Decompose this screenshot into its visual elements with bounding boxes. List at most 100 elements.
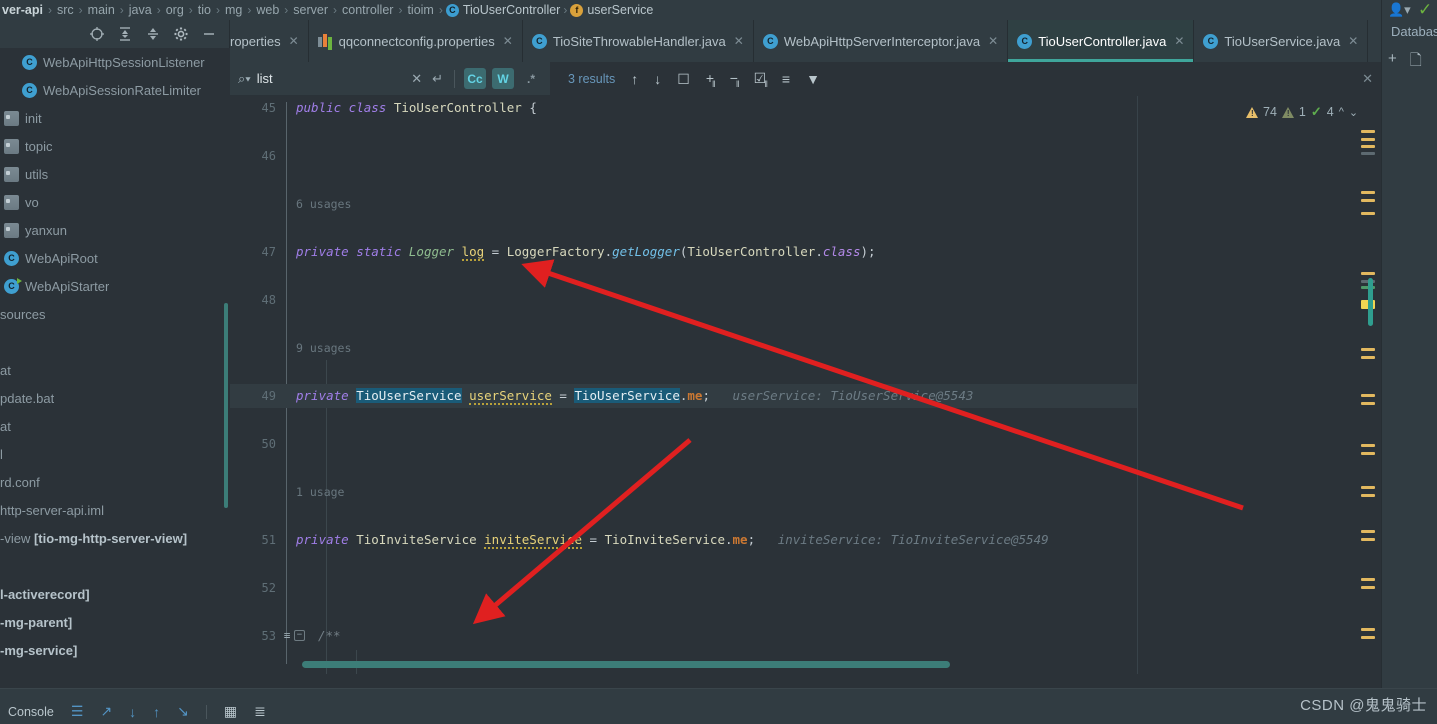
breadcrumb-item-2[interactable]: main <box>86 3 117 17</box>
console-label[interactable]: Console <box>8 705 54 719</box>
tree-item-activerecord-module[interactable]: l-activerecord] <box>0 580 230 608</box>
error-stripe-markers[interactable] <box>1361 126 1375 666</box>
gear-icon[interactable] <box>173 26 189 42</box>
tree-item-service-module[interactable]: -mg-service] <box>0 636 230 664</box>
tree-item-webapisessionratelimiter[interactable]: C WebApiSessionRateLimiter <box>0 76 230 104</box>
editor-horizontal-scrollbar[interactable] <box>302 661 950 668</box>
close-icon[interactable]: ✕ <box>1348 34 1358 48</box>
align-icon[interactable]: ☰ <box>71 703 84 720</box>
run-check-icon[interactable]: ✓ <box>1418 0 1432 20</box>
tab-webapihttpserverinterceptor-java[interactable]: C WebApiHttpServerInterceptor.java ✕ <box>754 20 1009 62</box>
close-search-icon[interactable]: ✕ <box>1362 71 1373 87</box>
breadcrumb-item-0[interactable]: ver-api <box>0 3 45 17</box>
locate-icon[interactable] <box>89 26 105 42</box>
tree-item-view-module[interactable]: -view [tio-mg-http-server-view] <box>0 524 230 552</box>
breadcrumb-separator: › <box>215 3 220 17</box>
tree-item-yanxun[interactable]: yanxun <box>0 216 230 244</box>
breadcrumb-item-9[interactable]: controller <box>340 3 395 17</box>
ok-check-icon: ✓ <box>1310 104 1322 119</box>
fold-collapse-icon[interactable]: − <box>294 630 305 641</box>
match-case-toggle[interactable]: Cc <box>464 68 486 89</box>
step-into-icon[interactable]: ↓ <box>129 704 136 720</box>
prev-match-icon[interactable]: ↑ <box>631 71 638 87</box>
clear-search-icon[interactable]: ✕ <box>409 71 424 87</box>
tab-label: TioUserService.java <box>1224 33 1341 49</box>
breadcrumb-item-10[interactable]: tioim <box>405 3 435 17</box>
tab-tiositethrowablehandler-java[interactable]: C TioSiteThrowableHandler.java ✕ <box>523 20 754 62</box>
breadcrumb-separator: › <box>333 3 338 17</box>
breadcrumb-item-8[interactable]: server <box>291 3 330 17</box>
copy-icon[interactable]: 🗋 <box>1410 50 1422 75</box>
breadcrumb-item-5[interactable]: tio <box>196 3 213 17</box>
tree-item-webapistarter[interactable]: C WebApiStarter <box>0 272 230 300</box>
breadcrumb-item-1[interactable]: src <box>55 3 76 17</box>
breadcrumb-item-3[interactable]: java <box>127 3 154 17</box>
add-line-icon[interactable]: +‖ <box>706 70 716 89</box>
regex-toggle[interactable]: .* <box>520 68 542 89</box>
search-icon[interactable]: ⌕▾ <box>238 71 251 87</box>
tree-item-topic[interactable]: topic <box>0 132 230 160</box>
tree-item-label: WebApiRoot <box>25 250 98 266</box>
breadcrumb-item-11[interactable]: C TioUserController <box>445 3 560 17</box>
step-out-icon[interactable]: ↑ <box>153 704 160 720</box>
line-number: 49 <box>261 389 276 403</box>
search-input[interactable]: list <box>257 71 403 86</box>
tree-item-parent-module[interactable]: -mg-parent] <box>0 608 230 636</box>
tab-tiouserservice-java[interactable]: C TioUserService.java ✕ <box>1194 20 1369 62</box>
step-over-icon[interactable]: ↗ <box>100 703 112 720</box>
toggle-line-icon[interactable]: ☑‖ <box>754 70 768 89</box>
close-icon[interactable]: ✕ <box>988 34 998 48</box>
filter-icon[interactable]: ▼ <box>806 71 820 87</box>
multiline-search-icon[interactable]: ↵ <box>430 71 445 87</box>
tree-item-l[interactable]: l <box>0 440 230 468</box>
hide-panel-icon[interactable] <box>201 26 217 42</box>
project-tree[interactable]: C WebApiHttpSessionListener C WebApiSess… <box>0 48 230 688</box>
tree-item-init[interactable]: init <box>0 104 230 132</box>
tree-item-updatebat[interactable]: pdate.bat <box>0 384 230 412</box>
expand-all-icon[interactable] <box>117 26 133 42</box>
collapse-all-icon[interactable] <box>145 26 161 42</box>
close-icon[interactable]: ✕ <box>289 34 299 48</box>
evaluate-icon[interactable]: ▦ <box>224 703 237 720</box>
user-account-icon[interactable]: 👤▾ <box>1388 2 1411 18</box>
watermark: CSDN @鬼鬼骑士 <box>1300 697 1427 714</box>
breadcrumb-item-7[interactable]: web <box>254 3 281 17</box>
close-icon[interactable]: ✕ <box>1174 34 1184 48</box>
tab-qqconnectconfig-properties[interactable]: qqconnectconfig.properties ✕ <box>309 20 523 62</box>
tree-item-webapihttpsessionlistener[interactable]: C WebApiHttpSessionListener <box>0 48 230 76</box>
tab-properties-truncated[interactable]: roperties ✕ <box>230 20 309 62</box>
tree-item-iml[interactable]: http-server-api.iml <box>0 496 230 524</box>
line-number: 51 <box>261 533 276 547</box>
project-toolbar <box>0 20 230 48</box>
breadcrumb-separator: › <box>48 3 52 17</box>
tree-item-webapiroot[interactable]: C WebApiRoot <box>0 244 230 272</box>
close-icon[interactable]: ✕ <box>734 34 744 48</box>
remove-line-icon[interactable]: −‖ <box>730 70 740 89</box>
add-icon[interactable]: + <box>1388 50 1397 75</box>
breadcrumb-item-6[interactable]: mg <box>223 3 244 17</box>
tree-item-sources[interactable]: sources <box>0 300 230 328</box>
next-match-icon[interactable]: ↓ <box>654 71 661 87</box>
prev-problem-icon[interactable]: ^ <box>1339 106 1344 118</box>
run-to-cursor-icon[interactable]: ↘ <box>177 703 189 720</box>
tree-item-at2[interactable]: at <box>0 412 230 440</box>
breadcrumb-item-4[interactable]: org <box>164 3 186 17</box>
filter-list-icon[interactable]: ≡ <box>782 71 790 87</box>
code-line-text: * 获取用户列表 <box>326 672 424 674</box>
select-all-occurrences-icon[interactable]: ☐ <box>677 71 690 88</box>
tree-item-vo[interactable]: vo <box>0 188 230 216</box>
breadcrumb-item-12[interactable]: f userService <box>570 3 653 17</box>
code-line-text: /** <box>318 628 341 643</box>
tree-item-rdconf[interactable]: rd.conf <box>0 468 230 496</box>
tree-item-utils[interactable]: utils <box>0 160 230 188</box>
close-icon[interactable]: ✕ <box>503 34 513 48</box>
project-tree-scrollbar[interactable] <box>224 303 228 508</box>
settings-icon[interactable]: ≣ <box>254 703 266 720</box>
line-number: 54 <box>230 672 276 674</box>
words-toggle[interactable]: W <box>492 68 514 89</box>
weak-warning-icon <box>1281 106 1294 118</box>
tree-item-at[interactable]: at <box>0 356 230 384</box>
tab-tiousercontroller-java[interactable]: C TioUserController.java ✕ <box>1008 20 1195 62</box>
next-problem-icon[interactable]: ⌄ <box>1349 106 1358 119</box>
class-icon: C <box>531 33 547 49</box>
